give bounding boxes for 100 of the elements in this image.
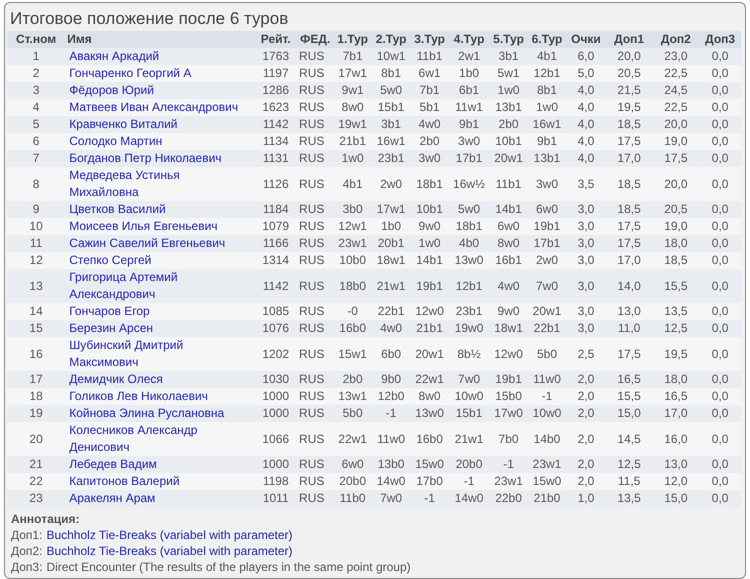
table-cell: 0,0 [699,116,741,133]
player-link[interactable]: Солодко Мартин [69,133,252,150]
table-cell: 18,5 [606,201,652,218]
table-cell: 21 [7,456,66,473]
player-link[interactable]: Степко Сергей [69,252,252,269]
table-cell: 18,5 [606,167,652,201]
table-cell: 2,0 [566,371,606,388]
table-cell: RUS [297,473,334,490]
table-cell: 2w1 [448,48,490,65]
table-cell: 12b1 [528,65,566,82]
player-link[interactable]: Колесников Александр Денисович [69,422,252,456]
table-cell: 11,5 [606,473,652,490]
table-cell: 21w1 [448,422,490,456]
annotation-link[interactable]: Buchholz Tie-Breaks (variabel with parameter) [46,544,293,558]
column-header: 4.Тур [448,31,490,48]
table-cell: 22b1 [528,320,566,337]
table-cell: 17,0 [652,405,700,422]
player-link[interactable]: Голиков Лев Николаевич [69,388,252,405]
table-cell: 15,5 [606,388,652,405]
table-cell: 1011 [254,490,298,507]
table-cell: 10w1 [372,48,410,65]
table-cell: 11 [7,235,66,252]
table-cell: 2 [7,65,66,82]
player-link[interactable]: Моисеев Илья Евгеньевич [69,218,252,235]
table-cell: 19,0 [652,133,700,150]
table-cell: 1166 [254,235,298,252]
player-link[interactable]: Койнова Элина Руслановна [69,405,252,422]
player-link[interactable]: Фёдоров Юрий [69,82,252,99]
table-cell: 7w0 [448,371,490,388]
table-cell: RUS [297,388,334,405]
table-cell: 16b0 [333,320,372,337]
player-link[interactable]: Аракелян Арам [69,490,252,507]
table-cell: 20 [7,422,66,456]
table-cell: 1134 [254,133,298,150]
table-cell: 17 [7,371,66,388]
table-cell: 13,5 [606,490,652,507]
table-cell: 8w0 [489,235,528,252]
table-cell: 16,0 [652,422,700,456]
column-header: Имя [65,31,254,48]
table-cell: 7w0 [528,269,566,303]
table-cell: 4b0 [448,235,490,252]
table-cell: 15b0 [489,388,528,405]
player-link[interactable]: Капитонов Валерий [69,473,252,490]
table-cell: 0,0 [699,269,741,303]
table-cell: 6,0 [566,48,606,65]
table-cell: 2,0 [566,456,606,473]
table-cell: 19,5 [652,337,700,371]
player-link[interactable]: Лебедев Вадим [69,456,252,473]
player-link[interactable]: Григорица Артемий Александрович [69,269,252,303]
player-link[interactable]: Демидчик Олеся [69,371,252,388]
table-cell: 14w0 [372,473,410,490]
table-cell: RUS [297,405,334,422]
player-link[interactable]: Сажин Савелий Евгеньевич [69,235,252,252]
table-cell: 2w0 [528,252,566,269]
table-cell: 5 [7,116,66,133]
table-cell: 4,0 [566,133,606,150]
table-cell: 1030 [254,371,298,388]
player-link[interactable]: Медведева Устинья Михайловна [69,167,252,201]
table-cell: 0,0 [699,252,741,269]
table-cell: RUS [297,269,334,303]
table-cell: 10 [7,218,66,235]
table-cell: RUS [297,422,334,456]
player-link[interactable]: Богданов Петр Николаевич [69,150,252,167]
table-cell: 15w1 [333,337,372,371]
table-cell: 13w1 [333,388,372,405]
table-cell: 6w0 [489,218,528,235]
table-cell: 14w0 [448,490,490,507]
player-link[interactable]: Гончаров Егор [69,303,252,320]
table-cell: 2,0 [566,473,606,490]
table-cell: 1126 [254,167,298,201]
table-cell: 0,0 [699,303,741,320]
table-cell: 14b1 [410,252,449,269]
table-cell: 11w0 [372,422,410,456]
annotation-link[interactable]: Buchholz Tie-Breaks (variabel with parameter) [46,528,293,542]
table-cell: 4 [7,99,66,116]
table-cell: RUS [297,320,334,337]
player-link[interactable]: Гончаренко Георгий А [69,65,252,82]
player-link[interactable]: Кравченко Виталий [69,116,252,133]
player-link[interactable]: Авакян Аркадий [69,48,252,65]
table-cell: 14 [7,303,66,320]
table-cell: 1198 [254,473,298,490]
table-cell: 5w0 [372,82,410,99]
table-cell: 20w1 [410,337,449,371]
player-link[interactable]: Цветков Василий [69,201,252,218]
player-link[interactable]: Березин Арсен [69,320,252,337]
table-cell: 6w1 [410,65,449,82]
player-link[interactable]: Шубинский Дмитрий Максимович [69,337,252,371]
table-cell: -1 [372,405,410,422]
player-link[interactable]: Матвеев Иван Александрович [69,99,252,116]
table-cell: 20b1 [372,235,410,252]
table-cell: 18,5 [652,252,700,269]
table-cell: 1066 [254,422,298,456]
table-cell: 1000 [254,388,298,405]
table-cell: 21b0 [528,490,566,507]
annotation-label: Доп3: [11,560,42,574]
table-cell: 21,5 [606,82,652,99]
table-cell: RUS [297,116,334,133]
table-cell: 2w0 [372,167,410,201]
table-cell: 2b0 [410,133,449,150]
table-cell: 1197 [254,65,298,82]
